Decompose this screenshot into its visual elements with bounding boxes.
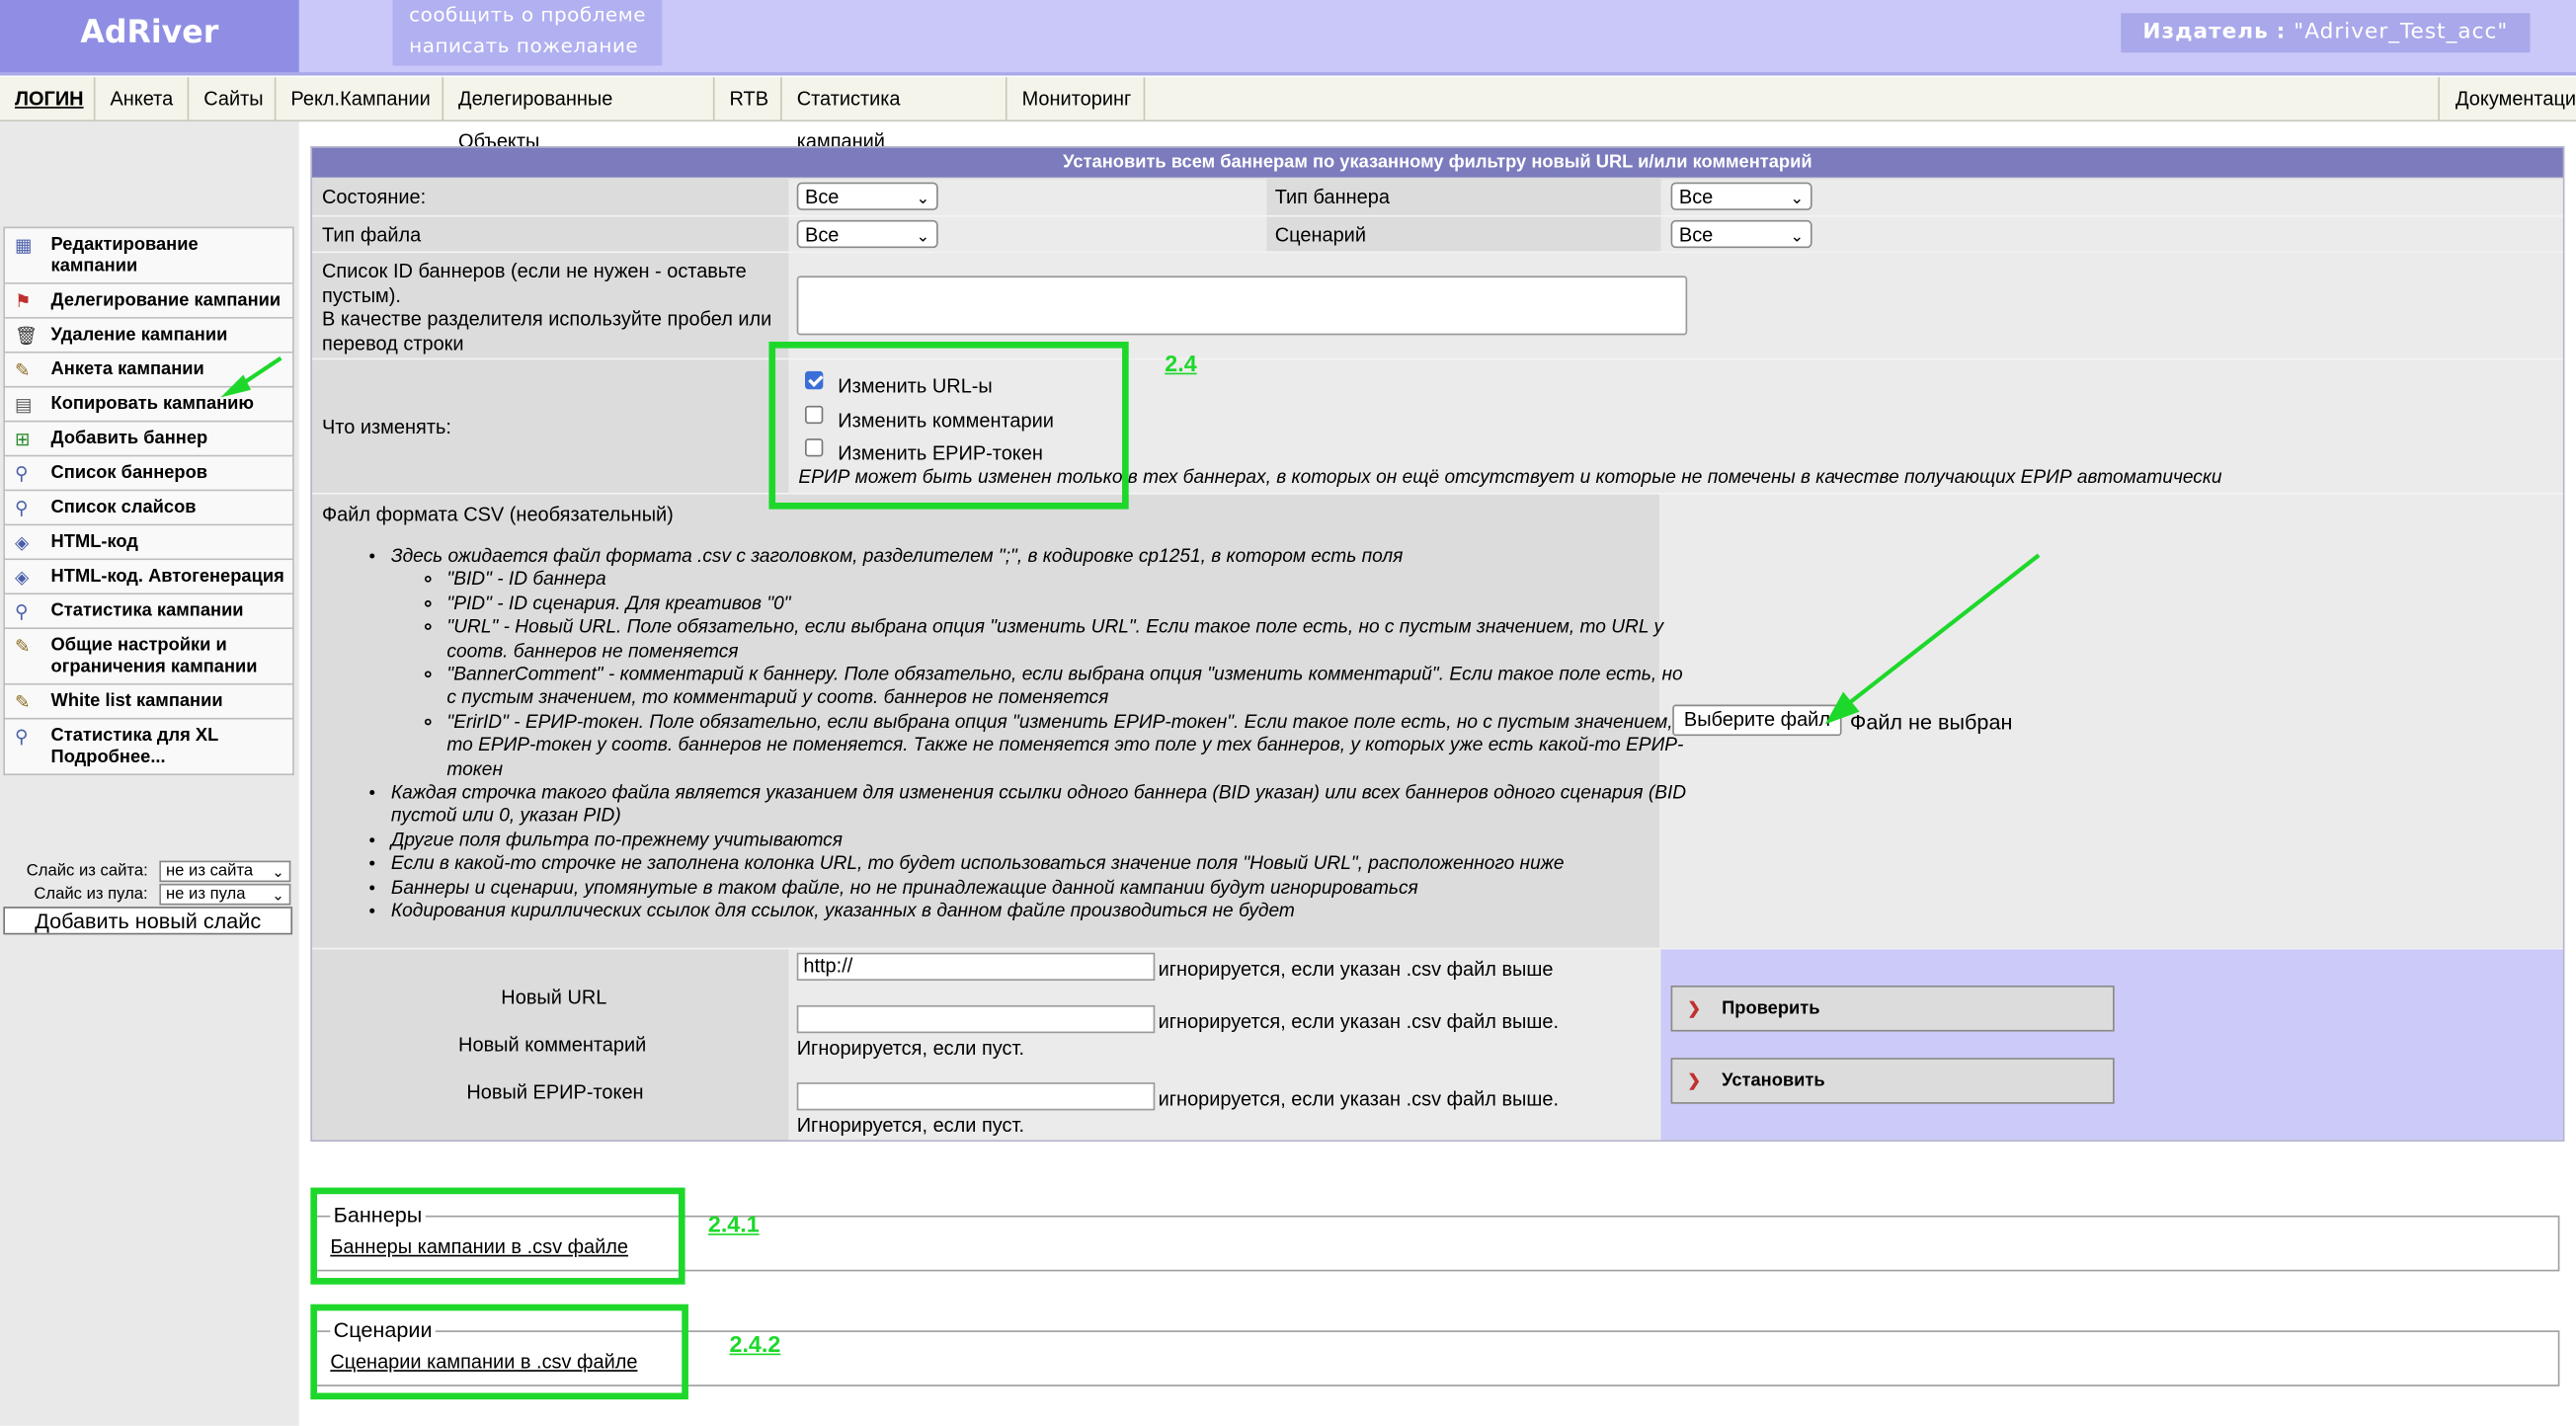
arrow-to-file-button	[1824, 553, 2041, 725]
arrow-to-campaign-profile	[220, 356, 282, 398]
annotation-arrows	[220, 356, 2041, 725]
